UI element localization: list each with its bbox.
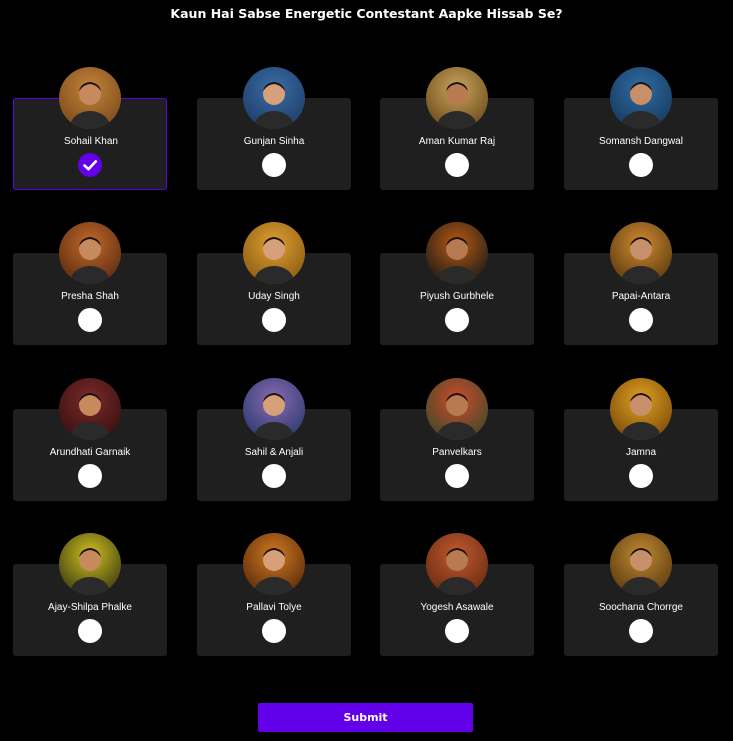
contestant-name: Sahil & Anjali: [244, 447, 304, 458]
contestant-photo-icon: [59, 222, 121, 284]
contestant-photo-icon: [610, 378, 672, 440]
contestant-name: Aman Kumar Raj: [418, 136, 496, 147]
contestant-photo-icon: [426, 378, 488, 440]
contestant-card[interactable]: Jamna: [564, 378, 718, 501]
contestant-card[interactable]: Uday Singh: [197, 222, 351, 345]
vote-radio[interactable]: [629, 464, 653, 488]
vote-radio[interactable]: [78, 464, 102, 488]
contestant-photo-icon: [243, 533, 305, 595]
contestant-photo-icon: [610, 222, 672, 284]
vote-radio[interactable]: [445, 153, 469, 177]
contestant-card[interactable]: Aman Kumar Raj: [380, 67, 534, 190]
contestant-card[interactable]: Papai-Antara: [564, 222, 718, 345]
contestant-photo-icon: [426, 533, 488, 595]
contestant-name: Jamna: [625, 447, 656, 458]
contestant-name: Sohail Khan: [64, 136, 118, 147]
contestant-card[interactable]: Panvelkars: [380, 378, 534, 501]
vote-radio[interactable]: [78, 308, 102, 332]
vote-radio[interactable]: [262, 308, 286, 332]
poll-question: Kaun Hai Sabse Energetic Contestant Aapk…: [170, 6, 563, 21]
contestant-card[interactable]: Presha Shah: [13, 222, 167, 345]
contestant-card[interactable]: Yogesh Asawale: [380, 533, 534, 656]
contestant-name: Yogesh Asawale: [420, 602, 494, 613]
contestant-name: Ajay-Shilpa Phalke: [48, 602, 132, 613]
contestant-name: Somansh Dangwal: [599, 136, 683, 147]
contestant-card[interactable]: Ajay-Shilpa Phalke: [13, 533, 167, 656]
contestant-name: Piyush Gurbhele: [420, 291, 494, 302]
contestant-photo-icon: [426, 222, 488, 284]
contestant-name: Papai-Antara: [611, 291, 671, 302]
contestant-card[interactable]: Gunjan Sinha: [197, 67, 351, 190]
submit-button[interactable]: Submit: [258, 703, 473, 732]
vote-radio[interactable]: [262, 619, 286, 643]
vote-radio[interactable]: [262, 153, 286, 177]
contestant-name: Uday Singh: [248, 291, 300, 302]
vote-radio[interactable]: [445, 308, 469, 332]
contestant-photo-icon: [243, 378, 305, 440]
vote-radio[interactable]: [629, 153, 653, 177]
contestant-name: Presha Shah: [61, 291, 119, 302]
vote-radio[interactable]: [629, 308, 653, 332]
vote-radio[interactable]: [445, 619, 469, 643]
contestant-photo-icon: [610, 533, 672, 595]
contestant-photo-icon: [59, 67, 121, 129]
contestant-name: Panvelkars: [432, 447, 482, 458]
contestant-name: Soochana Chorrge: [599, 602, 683, 613]
contestant-card[interactable]: Sohail Khan: [13, 67, 167, 190]
contestant-photo-icon: [243, 222, 305, 284]
contestant-name: Pallavi Tolye: [246, 602, 302, 613]
contestant-name: Arundhati Garnaik: [49, 447, 131, 458]
vote-radio[interactable]: [78, 153, 102, 177]
contestant-photo-icon: [59, 533, 121, 595]
contestant-photo-icon: [59, 378, 121, 440]
vote-radio[interactable]: [629, 619, 653, 643]
vote-radio[interactable]: [445, 464, 469, 488]
contestant-name: Gunjan Sinha: [243, 136, 305, 147]
contestant-photo-icon: [426, 67, 488, 129]
vote-radio[interactable]: [262, 464, 286, 488]
contestant-photo-icon: [610, 67, 672, 129]
check-icon: [83, 160, 98, 171]
vote-radio[interactable]: [78, 619, 102, 643]
contestant-card[interactable]: Piyush Gurbhele: [380, 222, 534, 345]
contestant-card[interactable]: Somansh Dangwal: [564, 67, 718, 190]
contestant-card[interactable]: Arundhati Garnaik: [13, 378, 167, 501]
contestant-photo-icon: [243, 67, 305, 129]
contestant-card[interactable]: Soochana Chorrge: [564, 533, 718, 656]
contestant-card[interactable]: Sahil & Anjali: [197, 378, 351, 501]
contestant-card[interactable]: Pallavi Tolye: [197, 533, 351, 656]
